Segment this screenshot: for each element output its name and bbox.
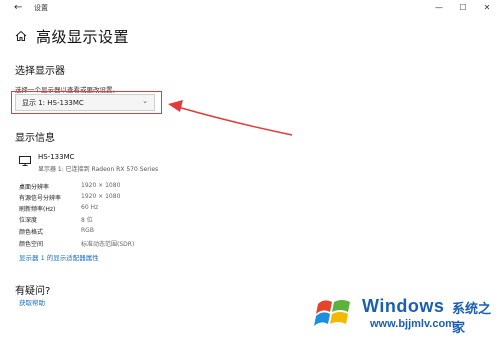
info-row-color-format: 颜色格式 RGB	[19, 227, 219, 237]
settings-window: ← 设置 — ☐ ✕ 高级显示设置 选择显示器 选择一个显示器以查看或更改设置。…	[0, 0, 500, 339]
info-row-refresh-rate: 刷新频率(Hz) 60 Hz	[19, 204, 219, 214]
info-row-active-signal-resolution: 有源信号分辨率 1920 × 1080	[19, 193, 219, 203]
maximize-button[interactable]: ☐	[452, 1, 474, 15]
info-value: 60 Hz	[81, 204, 99, 211]
home-icon[interactable]	[15, 30, 27, 42]
info-key: 颜色空间	[19, 241, 44, 248]
minimize-button[interactable]: —	[428, 1, 450, 15]
info-value: 1920 × 1080	[81, 193, 121, 200]
info-key: 颜色格式	[19, 229, 44, 236]
title-bar: ← 设置 — ☐ ✕	[0, 0, 500, 18]
display-adapter-properties-link[interactable]: 显示器 1 的显示适配器属性	[19, 252, 99, 262]
info-row-desktop-resolution: 桌面分辨率 1920 × 1080	[19, 182, 219, 192]
info-key: 位深度	[19, 217, 38, 224]
info-value: RGB	[81, 227, 94, 234]
monitor-name: HS-133MC	[38, 153, 75, 161]
info-row-color-space: 颜色空间 标准动态范围(SDR)	[19, 239, 219, 249]
info-row-bit-depth: 位深度 8 位	[19, 215, 219, 225]
page-title: 高级显示设置	[36, 28, 130, 46]
watermark-url: www.bjjmlv.com	[370, 318, 455, 330]
display-info-heading: 显示信息	[15, 133, 55, 144]
back-arrow-icon[interactable]: ←	[14, 2, 22, 13]
windows-logo-icon	[314, 300, 350, 326]
info-key: 刷新频率(Hz)	[19, 206, 56, 213]
info-value: 8 位	[81, 217, 93, 224]
info-value: 1920 × 1080	[81, 182, 121, 189]
help-heading: 有疑问?	[15, 286, 51, 297]
select-display-heading: 选择显示器	[15, 66, 65, 77]
info-key: 桌面分辨率	[19, 184, 50, 191]
info-key: 有源信号分辨率	[19, 195, 62, 202]
red-highlight-box	[11, 91, 162, 114]
close-button[interactable]: ✕	[476, 1, 498, 15]
window-title: 设置	[34, 4, 48, 12]
monitor-description: 显示器 1: 已连接到 Radeon RX 570 Series	[38, 166, 159, 173]
info-value: 标准动态范围(SDR)	[81, 241, 135, 248]
watermark-brand-cn: 系统之家	[452, 302, 492, 336]
watermark-brand: Windows	[362, 296, 445, 316]
get-help-link[interactable]: 获取帮助	[19, 297, 45, 307]
monitor-icon	[19, 156, 31, 166]
